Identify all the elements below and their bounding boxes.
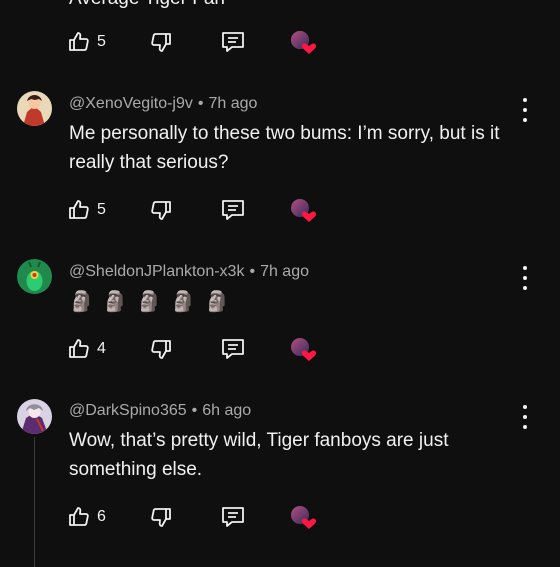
- thumbs-down-icon: [151, 33, 171, 52]
- creator-heart-badge: [290, 334, 316, 364]
- comment-actions: 6: [67, 502, 327, 532]
- more-options-button[interactable]: [517, 266, 533, 290]
- moai-emoji: 🗿: [170, 291, 196, 313]
- comment-meta: @DarkSpino365 • 6h ago: [69, 402, 251, 420]
- reply-button[interactable]: [220, 27, 246, 57]
- moai-emoji: 🗿: [204, 291, 230, 313]
- plankton-avatar-icon: [17, 259, 52, 294]
- dislike-button[interactable]: [149, 502, 173, 532]
- reply-thread-line: [34, 437, 35, 567]
- meta-separator: •: [191, 402, 198, 419]
- thumbs-up-icon: [69, 339, 89, 358]
- like-count: 4: [97, 340, 106, 357]
- more-vertical-icon: [523, 266, 527, 270]
- reply-bubble-icon: [222, 200, 244, 220]
- like-count: 5: [97, 33, 106, 50]
- creator-heart-icon: [291, 338, 316, 361]
- like-count: 6: [97, 508, 106, 525]
- like-button[interactable]: 5: [67, 195, 106, 225]
- meta-separator: •: [249, 263, 256, 280]
- reply-bubble-icon: [222, 507, 244, 527]
- reply-button[interactable]: [220, 195, 246, 225]
- comment-time[interactable]: 6h ago: [202, 402, 251, 419]
- dark-character-avatar-icon: [17, 399, 52, 434]
- dislike-button[interactable]: [149, 334, 173, 364]
- creator-heart-badge: [290, 195, 316, 225]
- author-handle[interactable]: @DarkSpino365: [69, 402, 187, 419]
- comment-time[interactable]: 7h ago: [260, 263, 309, 280]
- more-options-button[interactable]: [517, 405, 533, 429]
- avatar[interactable]: [17, 259, 52, 294]
- thumbs-up-icon: [69, 200, 89, 219]
- avatar[interactable]: [17, 399, 52, 434]
- comment-text: Me personally to these two bums: I’m sor…: [69, 123, 500, 173]
- thumbs-up-icon: [69, 32, 89, 51]
- moai-emoji: 🗿: [102, 291, 128, 313]
- creator-heart-icon: [291, 506, 316, 529]
- comment-meta: @SheldonJPlankton-x3k • 7h ago: [69, 263, 309, 281]
- more-options-button[interactable]: [517, 98, 533, 122]
- like-button[interactable]: 5: [67, 27, 106, 57]
- comment-meta: @XenoVegito-j9v • 7h ago: [69, 95, 257, 113]
- meta-separator: •: [197, 95, 204, 112]
- reply-button[interactable]: [220, 334, 246, 364]
- like-count: 5: [97, 201, 106, 218]
- creator-heart-icon: [291, 31, 316, 54]
- anime-character-avatar-icon: [17, 91, 52, 126]
- moai-emoji: 🗿: [69, 291, 94, 313]
- avatar[interactable]: [17, 91, 52, 126]
- comment-actions: 5: [67, 195, 327, 225]
- thumbs-down-icon: [151, 340, 171, 359]
- more-vertical-icon: [523, 98, 527, 102]
- dislike-button[interactable]: [149, 27, 173, 57]
- comment-time[interactable]: 7h ago: [208, 95, 257, 112]
- more-vertical-icon: [523, 405, 527, 409]
- thumbs-down-icon: [151, 201, 171, 220]
- reply-button[interactable]: [220, 502, 246, 532]
- previous-comment-actions: 5: [67, 27, 327, 57]
- like-button[interactable]: 6: [67, 502, 106, 532]
- thumbs-down-icon: [151, 508, 171, 527]
- creator-heart-badge: [290, 502, 316, 532]
- creator-heart-badge: [290, 27, 316, 57]
- thumbs-up-icon: [69, 507, 89, 526]
- like-button[interactable]: 4: [67, 334, 106, 364]
- comment-emoji-row: 🗿 🗿 🗿 🗿 🗿: [69, 289, 239, 314]
- reply-bubble-icon: [222, 32, 244, 52]
- comment-actions: 4: [67, 334, 327, 364]
- reply-bubble-icon: [222, 339, 244, 359]
- comment-text: Wow, that’s pretty wild, Tiger fanboys a…: [69, 430, 449, 480]
- previous-comment-text: Average Tiger Fan: [69, 0, 225, 10]
- dislike-button[interactable]: [149, 195, 173, 225]
- creator-heart-icon: [291, 199, 316, 222]
- author-handle[interactable]: @SheldonJPlankton-x3k: [69, 263, 244, 280]
- author-handle[interactable]: @XenoVegito-j9v: [69, 95, 193, 112]
- moai-emoji: 🗿: [136, 291, 162, 313]
